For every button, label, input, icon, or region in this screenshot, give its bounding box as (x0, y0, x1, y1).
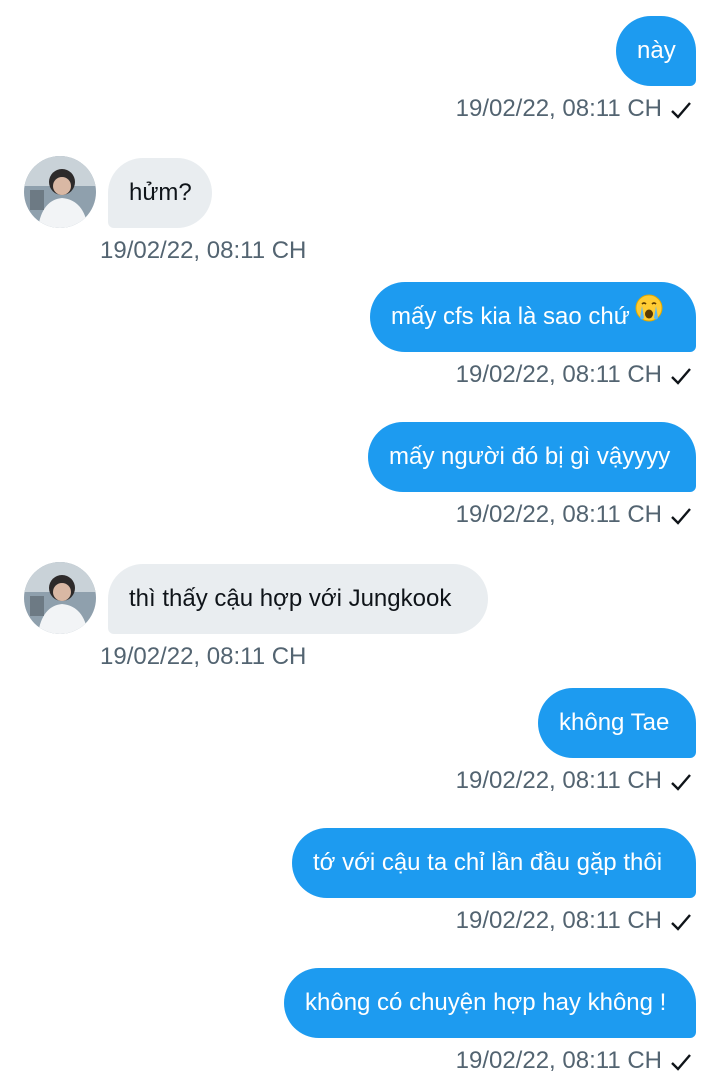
message-text: này (637, 37, 676, 64)
crying-face-emoji (634, 281, 664, 351)
message-timestamp: 19/02/22, 08:11 CH (456, 360, 692, 390)
message-timestamp: 19/02/22, 08:11 CH (100, 643, 307, 670)
message-bubble-received[interactable]: thì thấy cậu hợp với Jungkook (108, 564, 488, 634)
check-icon (670, 506, 692, 526)
avatar[interactable] (24, 562, 96, 634)
message-bubble-sent[interactable]: mấy người đó bị gì vậyyyy (368, 422, 696, 492)
message-text: thì thấy cậu hợp với Jungkook (129, 585, 452, 612)
message-text: không có chuyện hợp hay không ! (305, 989, 667, 1016)
message-timestamp: 19/02/22, 08:11 CH (456, 500, 692, 530)
check-icon (670, 366, 692, 386)
avatar[interactable] (24, 156, 96, 228)
message-text: mấy cfs kia là sao chứ (391, 303, 630, 330)
message-timestamp: 19/02/22, 08:11 CH (100, 237, 307, 264)
message-text: mấy người đó bị gì vậyyyy (389, 443, 671, 470)
message-bubble-sent[interactable]: không có chuyện hợp hay không ! (284, 968, 696, 1038)
message-text: tớ với cậu ta chỉ lần đầu gặp thôi (313, 849, 663, 876)
message-bubble-sent[interactable]: tớ với cậu ta chỉ lần đầu gặp thôi (292, 828, 696, 898)
message-timestamp: 19/02/22, 08:11 CH (456, 94, 692, 124)
message-bubble-received[interactable]: hửm? (108, 158, 212, 228)
check-icon (670, 100, 692, 120)
message-bubble-sent[interactable]: này (616, 16, 696, 86)
check-icon (670, 772, 692, 792)
message-timestamp: 19/02/22, 08:11 CH (456, 906, 692, 936)
check-icon (670, 912, 692, 932)
message-text: không Tae (559, 709, 670, 736)
message-text: hửm? (129, 179, 192, 206)
message-bubble-sent[interactable]: không Tae (538, 688, 696, 758)
check-icon (670, 1052, 692, 1072)
message-timestamp: 19/02/22, 08:11 CH (456, 766, 692, 796)
message-timestamp: 19/02/22, 08:11 CH (456, 1046, 692, 1076)
message-bubble-sent[interactable]: mấy cfs kia là sao chứ (370, 282, 696, 352)
